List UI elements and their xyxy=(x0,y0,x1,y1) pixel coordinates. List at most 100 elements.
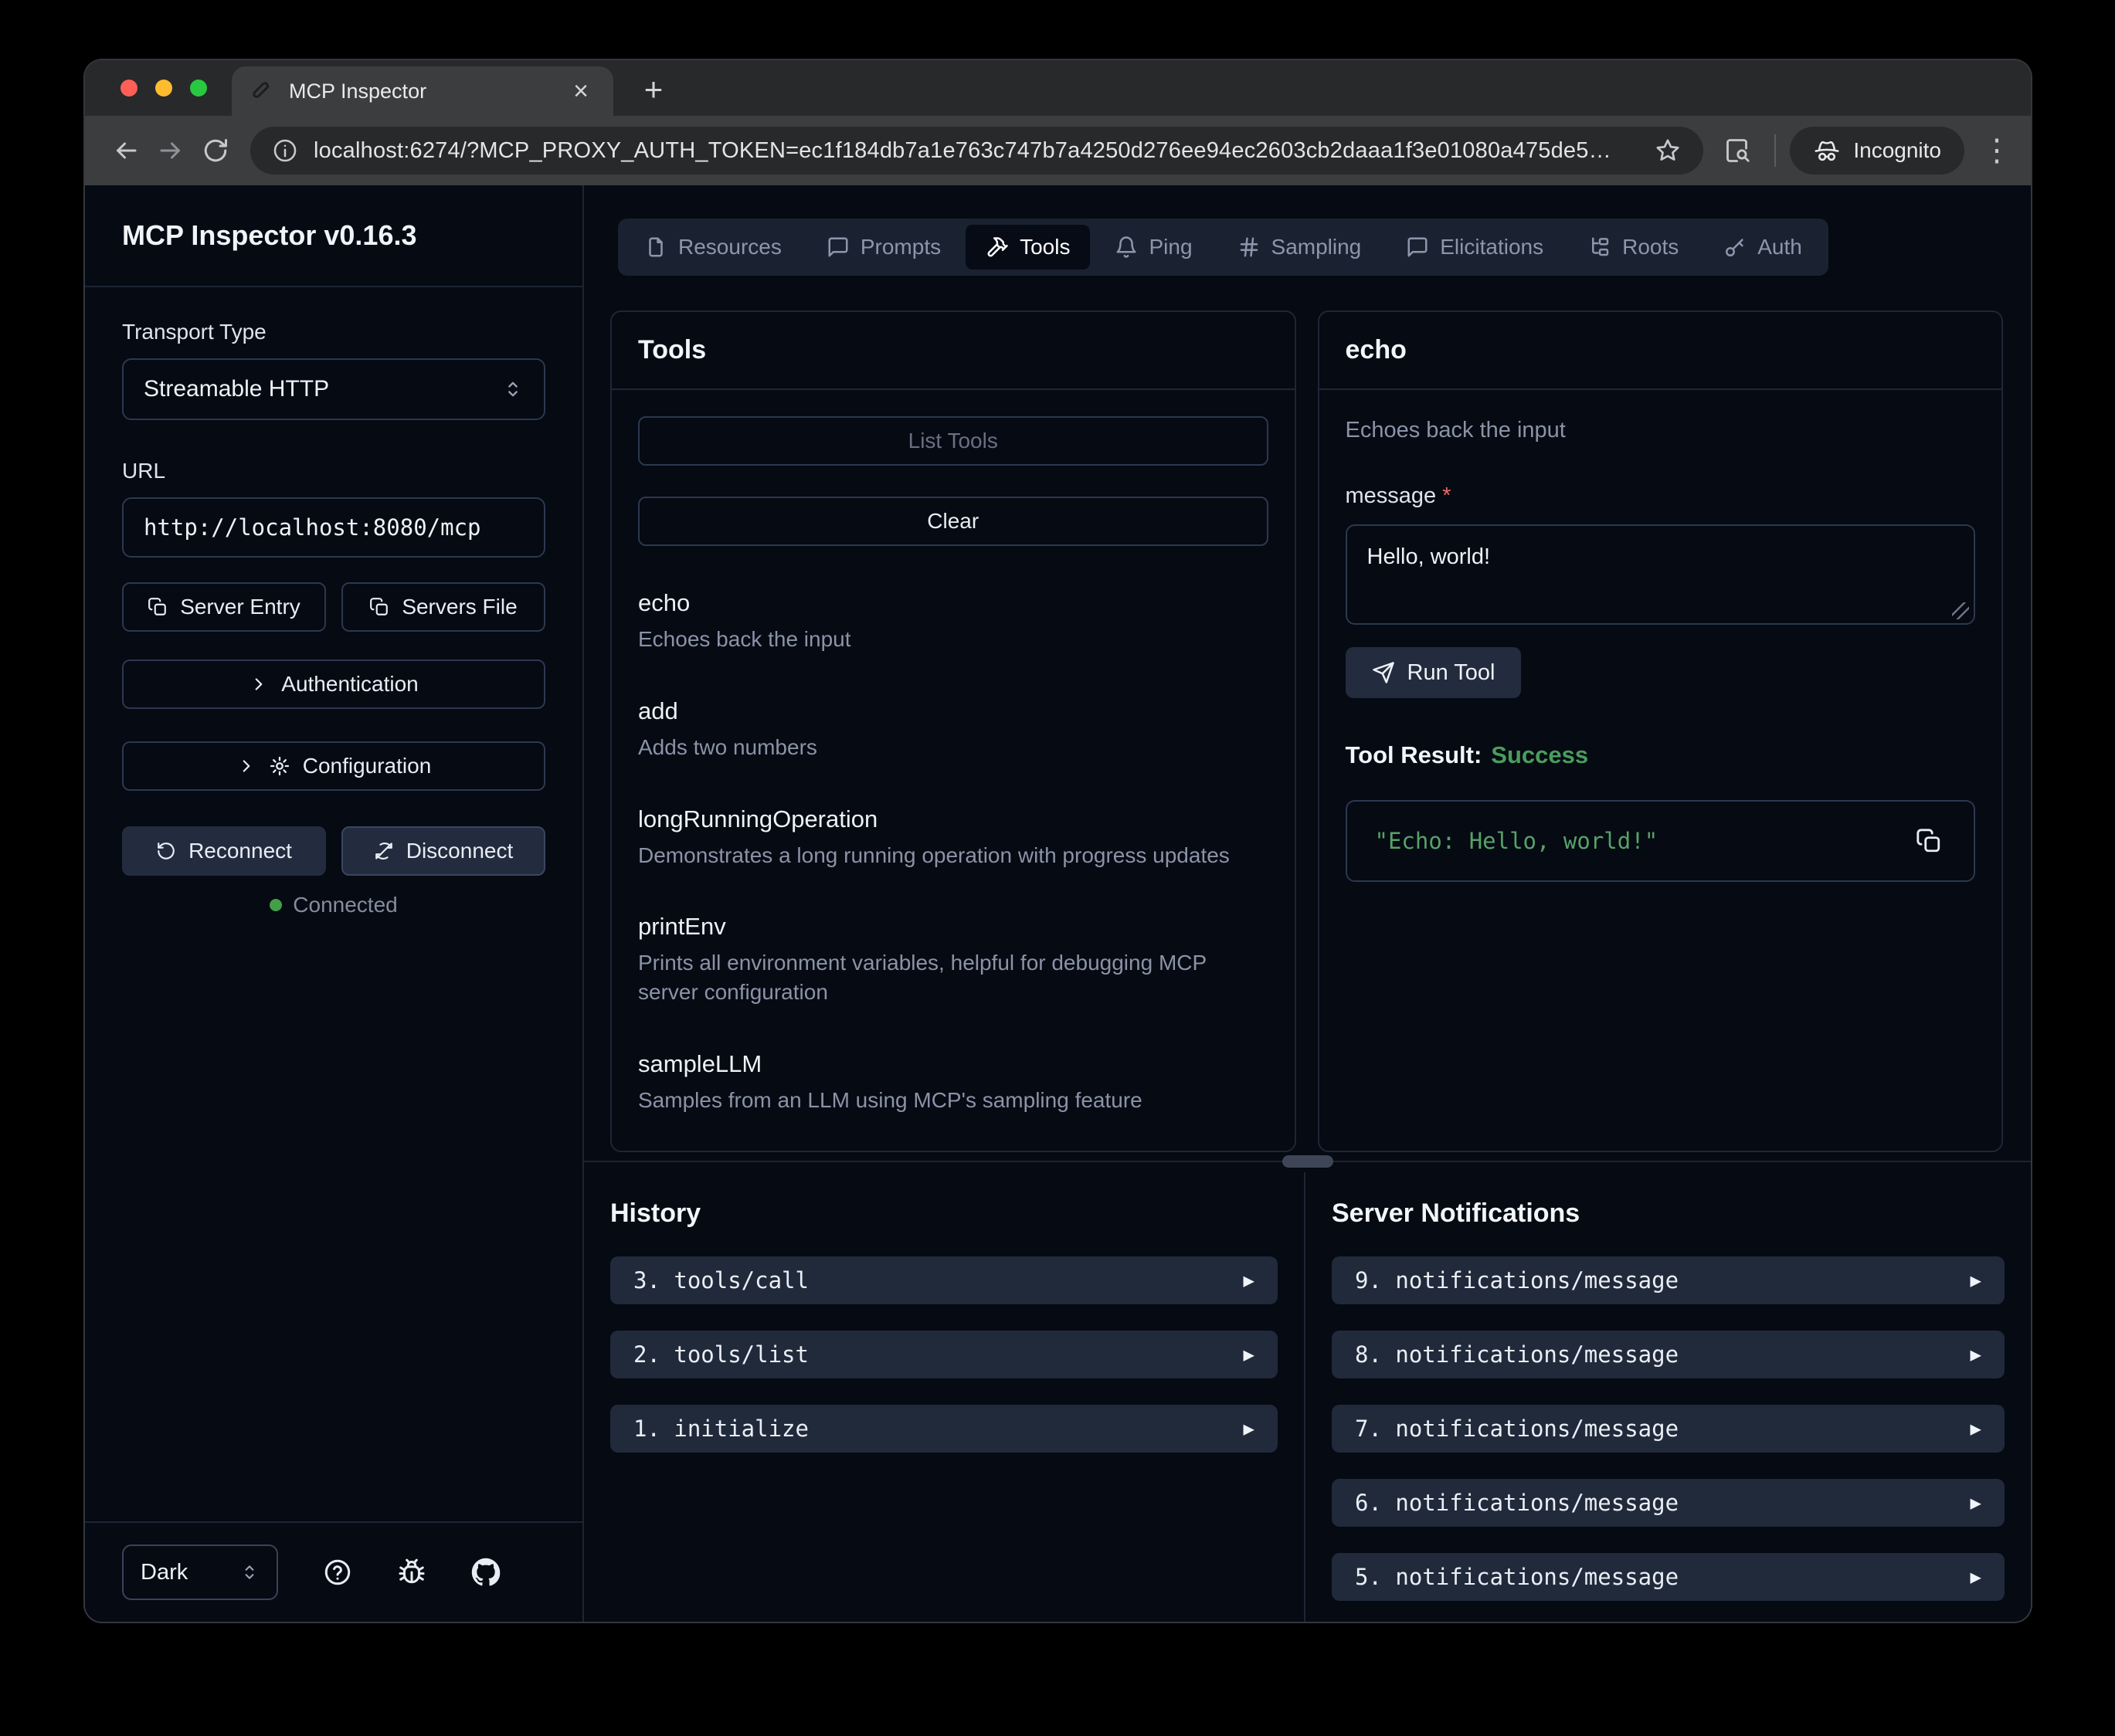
tool-result-value: "Echo: Hello, world!" xyxy=(1375,828,1893,854)
browser-tab[interactable]: MCP Inspector × xyxy=(232,66,613,116)
copy-result-button[interactable] xyxy=(1907,819,1950,863)
tab-sampling[interactable]: Sampling xyxy=(1217,225,1382,270)
close-window-button[interactable] xyxy=(121,80,137,97)
server-url-value: http://localhost:8080/mcp xyxy=(144,514,481,541)
tab-label: Roots xyxy=(1622,235,1679,259)
tab-roots[interactable]: Roots xyxy=(1568,225,1699,270)
search-tabs-button[interactable] xyxy=(1716,128,1760,173)
incognito-label: Incognito xyxy=(1853,138,1941,163)
connected-label: Connected xyxy=(293,893,397,917)
refresh-off-icon xyxy=(374,841,394,861)
help-icon[interactable] xyxy=(323,1558,352,1587)
notifications-list: 9. notifications/message ▶ 8. notificati… xyxy=(1332,1256,2005,1601)
notification-item[interactable]: 8. notifications/message ▶ xyxy=(1332,1331,2005,1378)
chevrons-up-down-icon xyxy=(502,378,524,400)
configuration-expander[interactable]: Configuration xyxy=(122,741,545,791)
url-text[interactable]: localhost:6274/?MCP_PROXY_AUTH_TOKEN=ec1… xyxy=(314,138,1638,164)
tab-label: Auth xyxy=(1757,235,1802,259)
bottom-row: History 3. tools/call ▶ 2. tools/list ▶ … xyxy=(584,1172,2031,1622)
bug-icon[interactable] xyxy=(397,1558,426,1587)
copy-icon xyxy=(148,597,168,617)
expand-icon: ▶ xyxy=(1971,1566,1981,1588)
history-item[interactable]: 3. tools/call ▶ xyxy=(610,1256,1278,1304)
history-item[interactable]: 2. tools/list ▶ xyxy=(610,1331,1278,1378)
servers-file-button[interactable]: Servers File xyxy=(341,582,545,632)
reconnect-button[interactable]: Reconnect xyxy=(122,826,326,876)
tools-panel-title: Tools xyxy=(638,335,706,364)
files-icon xyxy=(644,236,667,259)
copy-icon xyxy=(1916,828,1942,854)
message-square-icon xyxy=(1406,236,1429,259)
bookmark-star-icon[interactable] xyxy=(1654,137,1682,164)
server-url-input[interactable]: http://localhost:8080/mcp xyxy=(122,497,545,558)
notification-item[interactable]: 9. notifications/message ▶ xyxy=(1332,1256,2005,1304)
run-tool-button[interactable]: Run Tool xyxy=(1346,647,1522,698)
notification-item-label: 7. notifications/message xyxy=(1355,1416,1679,1442)
tool-result-label: Tool Result: xyxy=(1346,741,1482,768)
tool-list-item[interactable]: add Adds two numbers xyxy=(638,697,1268,762)
notification-item-label: 6. notifications/message xyxy=(1355,1490,1679,1516)
notification-item[interactable]: 6. notifications/message ▶ xyxy=(1332,1479,2005,1527)
transport-type-select[interactable]: Streamable HTTP xyxy=(122,358,545,420)
clear-tools-button[interactable]: Clear xyxy=(638,497,1268,546)
main-content: Resources Prompts Tools Ping xyxy=(584,185,2031,1622)
minimize-window-button[interactable] xyxy=(155,80,172,97)
forward-button[interactable] xyxy=(148,128,193,173)
zoom-window-button[interactable] xyxy=(190,80,207,97)
server-entry-button[interactable]: Server Entry xyxy=(122,582,326,632)
history-item[interactable]: 1. initialize ▶ xyxy=(610,1405,1278,1453)
tool-list-item[interactable]: sampleLLM Samples from an LLM using MCP'… xyxy=(638,1050,1268,1115)
tab-tools[interactable]: Tools xyxy=(966,225,1090,270)
copy-icon xyxy=(369,597,389,617)
required-mark: * xyxy=(1442,483,1451,508)
tab-strip: MCP Inspector × + xyxy=(85,60,2031,116)
transport-type-label: Transport Type xyxy=(122,320,545,344)
browser-menu-button[interactable]: ⋮ xyxy=(1981,133,2012,168)
notification-item-label: 9. notifications/message xyxy=(1355,1267,1679,1294)
splitter-drag-handle[interactable] xyxy=(1282,1155,1333,1168)
github-icon[interactable] xyxy=(471,1558,501,1587)
nav-row: Resources Prompts Tools Ping xyxy=(618,219,2031,276)
history-item-label: 3. tools/call xyxy=(633,1267,809,1294)
incognito-badge: Incognito xyxy=(1790,127,1964,175)
authentication-expander[interactable]: Authentication xyxy=(122,659,545,709)
tab-label: Sampling xyxy=(1271,235,1362,259)
disconnect-button[interactable]: Disconnect xyxy=(341,826,545,876)
tab-label: Elicitations xyxy=(1440,235,1543,259)
tab-close-icon[interactable]: × xyxy=(565,76,596,107)
reload-button[interactable] xyxy=(193,128,238,173)
tab-label: Resources xyxy=(678,235,782,259)
gear-icon xyxy=(269,755,290,777)
tab-label: Prompts xyxy=(861,235,941,259)
notification-item[interactable]: 7. notifications/message ▶ xyxy=(1332,1405,2005,1453)
theme-select[interactable]: Dark xyxy=(122,1544,278,1600)
tab-ping[interactable]: Ping xyxy=(1095,225,1212,270)
message-field-label: message* xyxy=(1346,483,1976,509)
run-tool-label: Run Tool xyxy=(1407,660,1495,686)
expand-icon: ▶ xyxy=(1971,1418,1981,1439)
restart-icon xyxy=(156,841,176,861)
address-bar[interactable]: localhost:6274/?MCP_PROXY_AUTH_TOKEN=ec1… xyxy=(250,127,1703,175)
tab-title: MCP Inspector xyxy=(289,80,426,103)
new-tab-button[interactable]: + xyxy=(635,71,672,108)
tool-result-box: "Echo: Hello, world!" xyxy=(1346,800,1976,882)
message-input[interactable]: Hello, world! xyxy=(1346,524,1976,625)
tab-auth[interactable]: Auth xyxy=(1703,225,1822,270)
list-tools-button[interactable]: List Tools xyxy=(638,416,1268,466)
tab-elicitations[interactable]: Elicitations xyxy=(1386,225,1563,270)
tool-list-item[interactable]: printEnv Prints all environment variable… xyxy=(638,913,1268,1007)
chevrons-up-down-icon xyxy=(239,1562,260,1582)
connected-dot-icon xyxy=(270,899,282,911)
app-title: MCP Inspector v0.16.3 xyxy=(122,219,417,252)
tab-resources[interactable]: Resources xyxy=(624,225,802,270)
tool-list-item[interactable]: echo Echoes back the input xyxy=(638,589,1268,654)
list-tools-label: List Tools xyxy=(908,429,998,453)
back-button[interactable] xyxy=(104,128,148,173)
incognito-icon xyxy=(1813,137,1841,164)
tool-name: sampleLLM xyxy=(638,1050,1268,1078)
notification-item[interactable]: 5. notifications/message ▶ xyxy=(1332,1553,2005,1601)
tool-list-item[interactable]: longRunningOperation Demonstrates a long… xyxy=(638,805,1268,870)
site-info-icon[interactable] xyxy=(272,137,298,164)
back-arrow-icon xyxy=(112,137,140,164)
tab-prompts[interactable]: Prompts xyxy=(806,225,961,270)
